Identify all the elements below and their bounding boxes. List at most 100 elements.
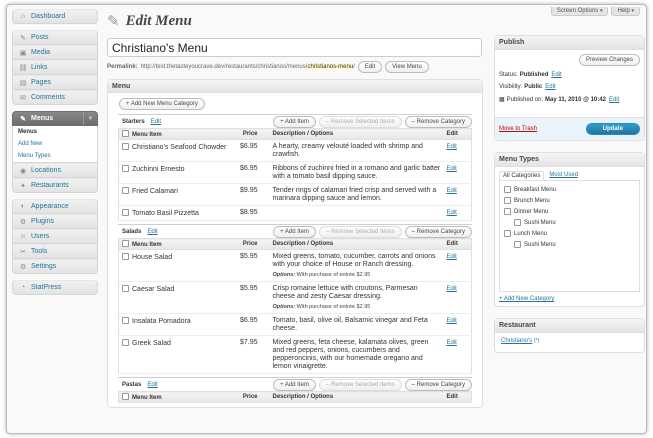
item-checkbox[interactable] (122, 339, 129, 346)
remove-selected-items-button[interactable]: – Remove Selected Items (318, 378, 402, 391)
sidebar-item-restaurants[interactable]: ✦ Restaurants (12, 178, 98, 193)
edit-item-link[interactable]: Edit (447, 254, 457, 260)
sidebar-item-tools[interactable]: ✂ Tools (12, 244, 98, 259)
sidebar-item-comments[interactable]: ✉ Comments (12, 90, 98, 105)
sidebar-item-links[interactable]: ⛓ Links (12, 60, 98, 75)
menu-type-checkbox[interactable] (514, 241, 521, 248)
remove-selected-items-button[interactable]: – Remove Selected Items (318, 115, 402, 128)
menu-type-checkbox[interactable] (504, 230, 511, 237)
menu-type-item[interactable]: Sushi Menu (504, 217, 635, 228)
dashboard-icon: ⌂ (20, 13, 26, 20)
menu-type-checkbox[interactable] (504, 208, 511, 215)
sidebar-item-settings[interactable]: ⚙ Settings (12, 259, 98, 274)
menu-type-item[interactable]: Breakfast Menu (504, 184, 635, 195)
item-name: Insalata Pomadora (132, 318, 191, 325)
sidebar-item-posts[interactable]: ✎ Posts (12, 30, 98, 45)
edit-item-link[interactable]: Edit (447, 188, 457, 194)
calendar-icon: ▦ (499, 97, 505, 103)
item-name: Greek Salad (132, 340, 171, 347)
add-item-button[interactable]: + Add Item (273, 225, 316, 238)
right-column: Publish Preview Changes Status: Published… (494, 35, 645, 364)
menu-type-item[interactable]: Lunch Menu (504, 228, 635, 239)
remove-selected-items-button[interactable]: – Remove Selected Items (318, 225, 402, 238)
sidebar-item-users[interactable]: ☺ Users (12, 229, 98, 244)
add-menu-category-button[interactable]: + Add New Menu Category (119, 98, 205, 110)
item-checkbox[interactable] (122, 209, 129, 216)
menu-type-checkbox[interactable] (504, 197, 511, 204)
menu-type-item[interactable]: Dinner Menu (504, 206, 635, 217)
sidebar-item-media[interactable]: ▣ Media (12, 45, 98, 60)
edit-date-link[interactable]: Edit (609, 97, 619, 103)
remove-category-button[interactable]: – Remove Category (404, 378, 472, 391)
menu-group-restaurant: ✎ Menus ▼ Menus Add New Menu Types ◉ Locati… (12, 111, 98, 193)
sidebar-item-plugins[interactable]: ⚙ Plugins (12, 214, 98, 229)
menu-type-checkbox[interactable] (504, 186, 511, 193)
add-new-category-link[interactable]: + Add New Category (499, 296, 554, 302)
permalink-slug[interactable]: christianos-menu (307, 64, 354, 70)
sidebar-item-appearance[interactable]: ◐ Appearance (12, 199, 98, 214)
submenu-toggle-icon[interactable]: ▼ (83, 112, 97, 125)
item-checkbox[interactable] (122, 143, 129, 150)
select-all-checkbox[interactable] (122, 240, 129, 247)
item-checkbox[interactable] (122, 187, 129, 194)
table-row: Zuchinni Ernesto $6.95 Ribbons of zuchin… (118, 161, 472, 184)
select-all-checkbox[interactable] (122, 130, 129, 137)
submenu-item-add-new[interactable]: Add New (13, 138, 97, 150)
item-description: A hearty, creamy velouté loaded with shr… (272, 143, 423, 158)
edit-item-link[interactable]: Edit (447, 318, 457, 324)
menu-type-item[interactable]: Brunch Menu (504, 195, 635, 206)
submenu-item-menus[interactable]: Menus (13, 126, 97, 138)
preview-changes-button[interactable]: Preview Changes (578, 54, 640, 66)
sidebar-item-locations[interactable]: ◉ Locations (12, 163, 98, 178)
update-button[interactable]: Update (585, 123, 640, 135)
edit-visibility-link[interactable]: Edit (545, 84, 555, 90)
item-checkbox[interactable] (122, 165, 129, 172)
edit-item-link[interactable]: Edit (447, 340, 457, 346)
menu-items-table: Menu Item Price Description / Options Ed… (118, 128, 472, 221)
item-price: $9.95 (236, 183, 261, 206)
edit-item-link[interactable]: Edit (447, 144, 457, 150)
view-menu-button[interactable]: View Menu (385, 61, 429, 73)
remove-category-button[interactable]: – Remove Category (404, 115, 472, 128)
media-icon: ▣ (19, 49, 27, 57)
menu-type-checkbox[interactable] (514, 219, 521, 226)
edit-item-link[interactable]: Edit (447, 286, 457, 292)
item-checkbox[interactable] (122, 317, 129, 324)
submenu-item-menu-types[interactable]: Menu Types (13, 150, 97, 162)
item-checkbox[interactable] (122, 285, 129, 292)
edit-category-link[interactable]: Edit (151, 119, 161, 125)
screen-options-button[interactable]: Screen Options ▾ (550, 7, 609, 16)
edit-item-link[interactable]: Edit (447, 166, 457, 172)
edit-permalink-button[interactable]: Edit (357, 61, 383, 73)
help-button[interactable]: Help ▾ (611, 7, 640, 16)
edit-category-link[interactable]: Edit (147, 382, 157, 388)
sidebar-item-pages[interactable]: ▤ Pages (12, 75, 98, 90)
add-item-button[interactable]: + Add Item (273, 378, 316, 391)
item-price: $6.95 (236, 139, 261, 162)
sidebar-item-statpress[interactable]: ◔ StatPress (12, 280, 98, 295)
edit-item-link[interactable]: Edit (447, 210, 457, 216)
tab-all-categories[interactable]: All Categories (499, 171, 545, 180)
select-all-checkbox[interactable] (122, 393, 129, 400)
menu-name-input[interactable] (107, 38, 482, 57)
edit-category-link[interactable]: Edit (147, 229, 157, 235)
item-checkbox[interactable] (122, 253, 129, 260)
table-row: Christiano's Seafood Chowder $6.95 A hea… (118, 139, 472, 162)
publish-box-title: Publish (495, 36, 644, 50)
move-to-trash-link[interactable]: Move to Trash (499, 126, 537, 132)
restaurant-link[interactable]: Christiano's (501, 338, 532, 344)
sidebar-item-dashboard[interactable]: ⌂ Dashboard (12, 9, 98, 24)
add-item-button[interactable]: + Add Item (273, 115, 316, 128)
tab-most-used[interactable]: Most Used (546, 171, 581, 180)
category-header: Starters Edit + Add Item – Remove Selecte… (118, 115, 472, 128)
edit-status-link[interactable]: Edit (551, 72, 561, 78)
sidebar-item-menus[interactable]: ✎ Menus ▼ (12, 111, 98, 126)
menu-type-item[interactable]: Sushi Menu (504, 239, 635, 250)
menu-types-tabs: All Categories Most Used (499, 171, 640, 180)
item-price: $5.95 (236, 281, 261, 314)
table-row: Insalata Pomadora $6.95 Tomato, basil, o… (118, 313, 472, 336)
browser-window: Screen Options ▾ Help ▾ ⌂ Dashboard ✎ Post… (6, 4, 647, 434)
remove-category-button[interactable]: – Remove Category (404, 225, 472, 238)
item-name: Zuchinni Ernesto (132, 166, 185, 173)
item-description: Tomato, basil, olive oil, Balsamic vineg… (272, 317, 428, 332)
